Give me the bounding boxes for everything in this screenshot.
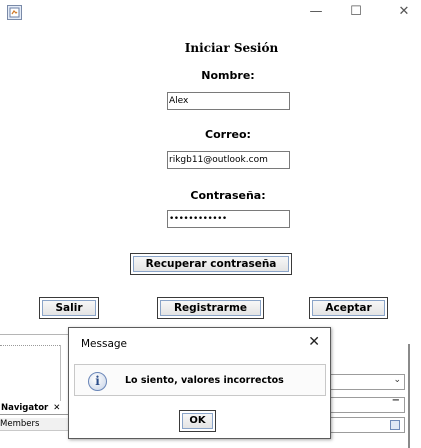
background-combo-box[interactable]: ⌄ — [330, 374, 405, 390]
registrarme-button[interactable]: Registrarme — [157, 297, 264, 319]
aceptar-button[interactable]: Aceptar — [309, 297, 388, 319]
chevron-down-icon: ⌄ — [393, 375, 401, 385]
maximize-button[interactable]: ☐ — [345, 3, 367, 21]
password-label: Contraseña: — [190, 189, 266, 202]
minimize-button[interactable]: — — [305, 3, 327, 21]
nombre-field[interactable]: Alex — [167, 92, 290, 110]
dialog-message-area: i Lo siento, valores incorrectos — [74, 364, 326, 396]
background-minimize-bar[interactable]: − — [330, 395, 405, 413]
message-dialog: Message ✕ i Lo siento, valores incorrect… — [68, 327, 331, 439]
window-icon — [390, 420, 400, 430]
background-ide-right-panel: ⌄ − — [330, 334, 421, 448]
recuperar-contrasena-button[interactable]: Recuperar contraseña — [130, 253, 292, 275]
background-toolbar — [330, 417, 405, 433]
tree-guide-line — [0, 345, 60, 346]
info-icon: i — [88, 372, 107, 391]
navigator-tab-label: Navigator — [1, 403, 49, 413]
correo-label: Correo: — [205, 128, 251, 141]
aceptar-label: Aceptar — [312, 300, 385, 316]
ok-label: OK — [182, 413, 213, 429]
minus-icon: − — [391, 395, 400, 406]
title-bar: — ☐ ✕ — [0, 0, 421, 26]
members-row[interactable]: Members — [0, 418, 70, 431]
panel-divider — [60, 345, 61, 405]
splitter-bar[interactable] — [408, 344, 410, 448]
correo-field[interactable]: rikgb11@outlook.com — [167, 151, 290, 169]
dialog-message: Lo siento, valores incorrectos — [125, 375, 284, 386]
salir-label: Salir — [42, 300, 96, 316]
salir-button[interactable]: Salir — [39, 297, 99, 319]
close-window-button[interactable]: ✕ — [393, 3, 415, 21]
nombre-label: Nombre: — [201, 69, 255, 82]
form-title: Iniciar Sesión — [184, 41, 279, 55]
navigator-tab[interactable]: Navigator ✕ — [0, 401, 72, 415]
navigator-close-icon[interactable]: ✕ — [53, 403, 60, 413]
ok-button[interactable]: OK — [179, 410, 216, 432]
recuperar-contrasena-label: Recuperar contraseña — [133, 256, 289, 272]
java-app-icon — [7, 5, 22, 20]
password-field[interactable]: •••••••••••• — [167, 210, 290, 228]
registrarme-label: Registrarme — [160, 300, 261, 316]
dialog-title: Message — [81, 338, 128, 350]
dialog-close-icon[interactable]: ✕ — [308, 333, 320, 351]
